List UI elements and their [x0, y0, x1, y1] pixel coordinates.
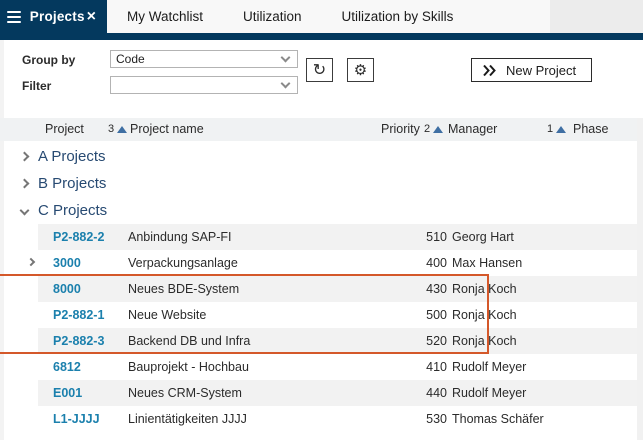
expand-icon[interactable] [19, 178, 30, 189]
tabbar-right-spacer [550, 0, 643, 33]
filter-label: Filter [22, 79, 52, 93]
group-label: B Projects [38, 175, 107, 192]
project-code-link[interactable]: 8000 [53, 276, 81, 302]
group-row-c-projects[interactable]: C Projects [0, 197, 637, 224]
chevron-down-icon [280, 78, 291, 88]
sort-ascending-icon [556, 125, 567, 133]
project-name: Backend DB und Infra [128, 334, 251, 348]
sort-order-number: 1 [547, 123, 554, 135]
sort-order-number: 2 [424, 123, 431, 135]
project-row[interactable]: 3000 Verpackungsanlage 400 Max Hansen [26, 250, 637, 276]
column-header-manager[interactable]: Manager [448, 118, 497, 141]
new-project-label: New Project [506, 62, 577, 78]
column-header-project-name[interactable]: Project name [130, 118, 204, 141]
project-name: Neues BDE-System [128, 282, 240, 296]
settings-button[interactable]: ⚙ [347, 58, 374, 82]
sort-indicator-project[interactable]: 3 [108, 118, 128, 141]
tab-bar: Projects × My Watchlist Utilization Utiliz… [0, 0, 643, 33]
double-chevron-icon [482, 64, 497, 77]
project-name: Neues CRM-System [128, 386, 242, 400]
project-manager: Thomas Schäfer [452, 412, 544, 426]
group-label: A Projects [38, 148, 106, 165]
inactive-tabs: My Watchlist Utilization Utilization by Sk… [107, 0, 473, 33]
project-code-link[interactable]: 6812 [53, 354, 81, 380]
project-priority: 510 [426, 230, 447, 244]
column-header-phase[interactable]: Phase [573, 118, 608, 141]
tab-projects-active[interactable]: Projects × [0, 0, 107, 33]
project-priority: 530 [426, 412, 447, 426]
project-name: Neue Website [128, 308, 207, 322]
project-code-link[interactable]: 3000 [53, 250, 81, 276]
project-manager: Ronja Koch [452, 308, 517, 322]
project-row[interactable]: 6812 Bauprojekt - Hochbau 410 Rudolf Meyer [38, 354, 637, 380]
table-header: Project 3 Project name Priority 2 Manage… [0, 118, 637, 141]
chevron-down-icon [280, 52, 291, 62]
project-name: Bauprojekt - Hochbau [128, 360, 249, 374]
refresh-button[interactable]: ↻ [306, 58, 333, 82]
column-header-priority[interactable]: Priority [381, 118, 420, 141]
project-code-link[interactable]: L1-JJJJ [53, 406, 100, 432]
project-code-link[interactable]: P2-882-1 [53, 302, 104, 328]
new-project-button[interactable]: New Project [471, 58, 592, 82]
project-code-link[interactable]: E001 [53, 380, 82, 406]
project-priority: 400 [426, 256, 447, 270]
gear-icon: ⚙ [353, 62, 368, 79]
column-header-project[interactable]: Project [45, 118, 84, 141]
sort-indicator-manager[interactable]: 1 [547, 118, 567, 141]
project-priority: 520 [426, 334, 447, 348]
project-manager: Georg Hart [452, 230, 514, 244]
sort-ascending-icon [433, 125, 444, 133]
project-priority: 430 [426, 282, 447, 296]
collapse-icon[interactable] [19, 205, 30, 216]
sort-order-number: 3 [108, 123, 115, 135]
group-label: C Projects [38, 202, 108, 219]
project-row[interactable]: E001 Neues CRM-System 440 Rudolf Meyer [38, 380, 637, 406]
group-row-b-projects[interactable]: B Projects [0, 170, 637, 197]
close-icon[interactable]: × [85, 8, 98, 25]
tab-my-watchlist[interactable]: My Watchlist [107, 0, 223, 33]
expand-icon[interactable] [26, 257, 36, 267]
project-row[interactable]: 8000 Neues BDE-System 430 Ronja Koch [38, 276, 637, 302]
project-name: Anbindung SAP-FI [128, 230, 232, 244]
hamburger-menu-icon[interactable] [7, 10, 21, 23]
project-priority: 410 [426, 360, 447, 374]
project-row[interactable]: P2-882-2 Anbindung SAP-FI 510 Georg Hart [38, 224, 637, 250]
filter-select[interactable] [110, 76, 298, 94]
project-row[interactable]: L1-JJJJ Linientätigkeiten JJJJ 530 Thomas S… [38, 406, 637, 432]
project-manager: Ronja Koch [452, 334, 517, 348]
tab-utilization-by-skills[interactable]: Utilization by Skills [322, 0, 474, 33]
expand-icon[interactable] [19, 151, 30, 162]
group-by-label: Group by [22, 53, 76, 67]
sort-indicator-priority[interactable]: 2 [424, 118, 444, 141]
project-manager: Rudolf Meyer [452, 386, 527, 400]
group-by-select[interactable]: Code [110, 50, 298, 68]
group-row-a-projects[interactable]: A Projects [0, 143, 637, 170]
project-manager: Max Hansen [452, 256, 523, 270]
refresh-icon: ↻ [312, 62, 327, 79]
vertical-scrollbar-track[interactable] [637, 118, 643, 440]
project-code-link[interactable]: P2-882-3 [53, 328, 104, 354]
accent-bar [0, 33, 643, 40]
table-body: A Projects B Projects C Projects P2-882-2 An… [0, 143, 637, 432]
tab-utilization[interactable]: Utilization [223, 0, 322, 33]
project-manager: Ronja Koch [452, 282, 517, 296]
project-name: Linientätigkeiten JJJJ [128, 412, 247, 426]
project-manager: Rudolf Meyer [452, 360, 527, 374]
project-name: Verpackungsanlage [128, 256, 238, 270]
sort-ascending-icon [117, 125, 128, 133]
project-priority: 440 [426, 386, 447, 400]
active-tab-label: Projects [29, 9, 85, 24]
project-priority: 500 [426, 308, 447, 322]
group-by-value: Code [116, 52, 145, 66]
project-row[interactable]: P2-882-1 Neue Website 500 Ronja Koch [38, 302, 637, 328]
project-row[interactable]: P2-882-3 Backend DB und Infra 520 Ronja Koc… [38, 328, 637, 354]
project-code-link[interactable]: P2-882-2 [53, 224, 104, 250]
